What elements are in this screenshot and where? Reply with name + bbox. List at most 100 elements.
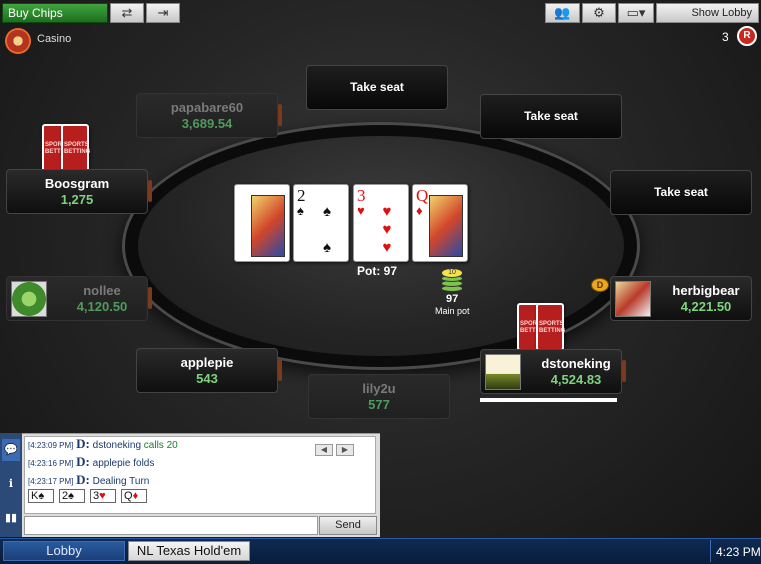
chat-scroll-left[interactable]: ◀	[315, 444, 333, 456]
action-timer-bar	[480, 398, 617, 402]
chat-line: [4:23:17 PM] D: Dealing Turn	[28, 472, 149, 488]
player-name: applepie	[180, 355, 234, 370]
hole-card-back: SPORTS BETTING	[61, 124, 91, 172]
card-rank: Q	[124, 490, 133, 502]
chevron-right-icon: ▶	[341, 445, 349, 454]
send-button[interactable]: Send	[319, 516, 377, 535]
tab-table[interactable]: NL Texas Hold'em	[128, 541, 250, 561]
seat-lily2u[interactable]: lily2u 577	[308, 374, 450, 419]
seat-tab	[148, 180, 152, 202]
chat-input[interactable]	[24, 516, 318, 535]
leave-table-button[interactable]: ⇥	[146, 3, 180, 23]
seat-applepie[interactable]: applepie 543	[136, 348, 282, 393]
seat-dstoneking[interactable]: dstoneking 4,524.83	[480, 349, 626, 394]
chat-player: dstoneking	[92, 440, 142, 451]
take-seat-top-right[interactable]: Take seat	[480, 94, 622, 139]
queen-face-art	[429, 195, 463, 257]
seat-papabare60[interactable]: papabare60 3,689.54	[136, 93, 282, 138]
board-card-queen-diamonds: Q ♦	[412, 184, 468, 262]
card-suit: ♦	[416, 203, 423, 218]
chat-line: [4:23:09 PM] D: dstoneking calls 20	[28, 436, 178, 452]
stats-icon: ▮▮	[4, 512, 18, 524]
pip: ♥	[382, 221, 392, 238]
chat-amount: 20	[166, 440, 178, 451]
seat-boosgram[interactable]: Boosgram 1,275	[6, 169, 152, 214]
card-suit: ♥	[357, 203, 365, 218]
chat-timestamp: [4:23:17 PM]	[28, 477, 74, 486]
card-pips: ♥ ♥ ♥	[372, 203, 402, 259]
casino-label[interactable]: Casino	[37, 33, 71, 45]
info-tab[interactable]: ℹ	[2, 473, 20, 495]
info-icon: ℹ	[8, 478, 14, 490]
player-name: dstoneking	[541, 356, 611, 371]
card-suit: ♠	[297, 203, 304, 218]
chat-card: Q♦	[121, 489, 147, 503]
clock: 4:23 PM	[716, 545, 761, 559]
layout-button[interactable]: ▭▾	[618, 3, 654, 23]
card-suit: ♠	[68, 490, 74, 502]
seat-herbigbear[interactable]: herbigbear 4,221.50	[610, 276, 752, 321]
seat-tab	[622, 360, 626, 382]
player-name: Boosgram	[44, 176, 110, 191]
main-pot-amount: 97	[446, 293, 459, 305]
chat-player: applepie	[92, 458, 131, 469]
chat-side-tabs: 💬 ℹ ▮▮	[0, 433, 22, 537]
show-lobby-button[interactable]: Show Lobby	[656, 3, 759, 23]
taskbar-divider	[710, 540, 711, 562]
layout-icon: ▭▾	[626, 5, 646, 20]
settings-button[interactable]: ⚙	[582, 3, 616, 23]
seat-tab	[278, 359, 282, 381]
card-pips: ♠ ♠	[312, 203, 342, 259]
player-avatar	[485, 354, 521, 390]
main-pot-label: Main pot	[435, 306, 470, 316]
card-back-logo: SPORTS BETTING	[64, 142, 91, 155]
card-suit: ♠	[238, 203, 245, 218]
chat-message: Dealing Turn	[92, 476, 150, 487]
players-icon: 👥	[554, 5, 571, 20]
seat-nollee[interactable]: nollee 4,120.50	[6, 276, 152, 321]
player-stack: 3,689.54	[181, 116, 233, 131]
chat-card: 2♠	[59, 489, 85, 503]
tab-lobby[interactable]: Lobby	[3, 541, 125, 561]
chat-timestamp: [4:23:16 PM]	[28, 459, 74, 468]
player-stack: 577	[368, 397, 390, 412]
card-suit: ♦	[132, 490, 139, 502]
refresh-button[interactable]: ⇄	[110, 3, 144, 23]
rake-count: 3	[722, 30, 729, 44]
chat-line: [4:23:16 PM] D: applepie folds	[28, 454, 154, 470]
pip: ♥	[382, 239, 392, 256]
player-stack: 4,221.50	[680, 299, 732, 314]
pip: ♥	[382, 203, 392, 220]
leave-table-icon: ⇥	[157, 5, 169, 20]
chat-card: 3♥	[90, 489, 116, 503]
chat-action: calls	[143, 440, 164, 451]
players-button[interactable]: 👥	[545, 3, 580, 23]
take-seat-top[interactable]: Take seat	[306, 65, 448, 110]
casino-logo[interactable]	[5, 28, 31, 54]
chat-scroll-right[interactable]: ▶	[336, 444, 354, 456]
card-suit: ♥	[99, 490, 106, 502]
player-stack: 4,524.83	[550, 372, 602, 387]
pip: ♠	[323, 203, 331, 220]
buy-chips-button[interactable]: Buy Chips	[2, 3, 108, 23]
chat-tab[interactable]: 💬	[2, 439, 20, 461]
chat-timestamp: [4:23:09 PM]	[28, 441, 74, 450]
pip: ♠	[323, 239, 331, 256]
refresh-icon: ⇄	[121, 5, 133, 20]
dealer-mark: D:	[76, 436, 90, 451]
board-card-three-hearts: 3 ♥ ♥ ♥ ♥	[353, 184, 409, 262]
chat-action: folds	[133, 458, 155, 469]
card-back-logo: SPORTS BETTING	[539, 321, 566, 334]
stats-tab[interactable]: ▮▮	[2, 507, 20, 529]
board-card-two-spades: 2 ♠ ♠ ♠	[293, 184, 349, 262]
rake-badge-icon[interactable]: R	[737, 26, 757, 46]
take-seat-right[interactable]: Take seat	[610, 170, 752, 215]
king-card-avatar	[615, 281, 651, 317]
poker-table-window: Buy Chips ⇄ ⇥ 👥 ⚙ ▭▾ Show Lobby Casino 3…	[0, 0, 761, 564]
take-seat-label: Take seat	[524, 109, 578, 123]
player-stack: 1,275	[60, 192, 94, 207]
player-name: nollee	[83, 283, 121, 298]
chevron-left-icon: ◀	[320, 445, 328, 454]
hole-card-back: SPORTS BETTING	[536, 303, 566, 351]
king-face-art	[251, 195, 285, 257]
